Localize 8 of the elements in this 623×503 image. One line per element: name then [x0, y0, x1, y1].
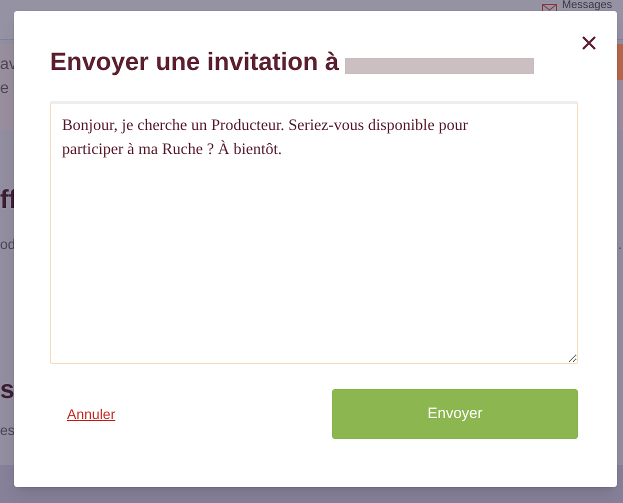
dialog-title: Envoyer une invitation à	[50, 47, 339, 78]
background-text: .	[618, 235, 622, 254]
background-text: es	[0, 421, 15, 440]
background-text: s	[0, 373, 14, 406]
cancel-link[interactable]: Annuler	[67, 404, 116, 424]
message-field[interactable]: Bonjour, je cherche un Producteur. Seriez-vous disponible pour participer à ma Ruche ? À bientôt.	[50, 101, 578, 364]
background-text: e	[0, 79, 9, 99]
messages-link[interactable]: Messages	[562, 0, 612, 11]
